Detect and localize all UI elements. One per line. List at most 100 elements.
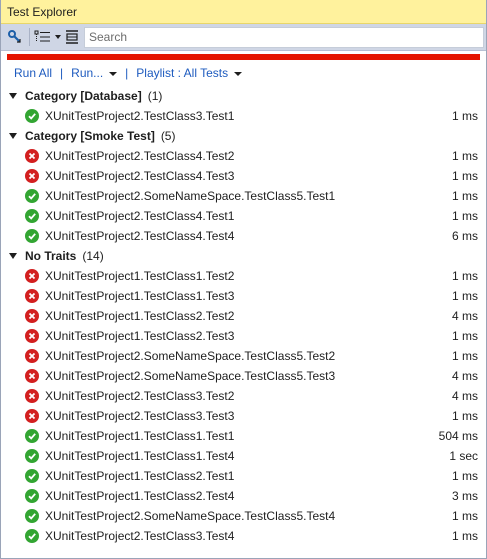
test-name: XUnitTestProject1.TestClass1.Test3 [45,289,235,303]
test-row[interactable]: XUnitTestProject1.TestClass1.Test3 1 ms [1,286,486,306]
test-name: XUnitTestProject2.TestClass3.Test3 [45,409,235,423]
separator: | [125,66,129,80]
passed-icon [25,529,39,543]
failed-icon [25,289,39,303]
test-row[interactable]: XUnitTestProject2.SomeNameSpace.TestClas… [1,366,486,386]
chevron-down-icon [109,71,118,76]
test-row[interactable]: XUnitTestProject1.TestClass1.Test4 1 sec [1,446,486,466]
group-title: Category [Database] [25,89,142,103]
test-duration: 3 ms [451,489,478,503]
failed-icon [25,389,39,403]
expand-arrow-icon[interactable] [9,253,17,259]
failed-icon [25,329,39,343]
run-all-link[interactable]: Run All [14,66,52,80]
test-duration: 1 ms [451,289,478,303]
test-name: XUnitTestProject1.TestClass2.Test4 [45,489,235,503]
passed-icon [25,449,39,463]
test-duration: 6 ms [451,229,478,243]
test-duration: 1 ms [451,269,478,283]
window-title: Test Explorer [7,4,78,19]
test-name: XUnitTestProject1.TestClass2.Test3 [45,329,235,343]
group-count: (14) [82,249,104,263]
group-header[interactable]: No Traits (14) [1,246,486,266]
test-name: XUnitTestProject2.TestClass3.Test1 [45,109,235,123]
test-row[interactable]: XUnitTestProject2.TestClass4.Test4 6 ms [1,226,486,246]
separator: | [60,66,64,80]
test-row[interactable]: XUnitTestProject2.TestClass4.Test3 1 ms [1,166,486,186]
test-name: XUnitTestProject2.TestClass4.Test2 [45,149,235,163]
expand-arrow-icon[interactable] [9,93,17,99]
failed-icon [25,349,39,363]
test-row[interactable]: XUnitTestProject2.SomeNameSpace.TestClas… [1,506,486,526]
test-name: XUnitTestProject2.SomeNameSpace.TestClas… [45,349,336,363]
test-name: XUnitTestProject1.TestClass2.Test1 [45,469,235,483]
search-input[interactable] [89,30,483,44]
failed-icon [25,409,39,423]
test-name: XUnitTestProject2.TestClass4.Test1 [45,209,235,223]
test-duration: 1 ms [451,349,478,363]
passed-icon [25,469,39,483]
test-duration: 1 sec [449,449,478,463]
test-duration: 1 ms [451,509,478,523]
group-title: No Traits [25,249,77,263]
test-name: XUnitTestProject1.TestClass1.Test1 [45,429,235,443]
layout-icon[interactable] [64,27,80,47]
passed-icon [25,509,39,523]
test-tree: Category [Database] (1) XUnitTestProject2.… [1,86,486,546]
test-row[interactable]: XUnitTestProject2.SomeNameSpace.TestClas… [1,186,486,206]
group-count: (5) [160,129,176,143]
toolbar-separator [29,28,30,46]
test-row[interactable]: XUnitTestProject1.TestClass1.Test2 1 ms [1,266,486,286]
test-duration: 4 ms [451,369,478,383]
test-name: XUnitTestProject2.TestClass4.Test4 [45,229,235,243]
test-name: XUnitTestProject1.TestClass1.Test2 [45,269,235,283]
dropdown-arrow-icon[interactable] [54,27,62,47]
window-titlebar[interactable]: Test Explorer [1,0,486,24]
actions-bar: Run All | Run... | Playlist : All Tests [1,60,486,86]
run-dropdown[interactable]: Run... [71,66,118,80]
test-row[interactable]: XUnitTestProject2.TestClass4.Test2 1 ms [1,146,486,166]
test-duration: 1 ms [451,169,478,183]
test-explorer-window: Test Explorer Search Run All | Run... | … [0,0,487,559]
test-duration: 504 ms [438,429,478,443]
group-header[interactable]: Category [Smoke Test] (5) [1,126,486,146]
test-row[interactable]: XUnitTestProject2.TestClass3.Test1 1 ms [1,106,486,126]
passed-icon [25,109,39,123]
run-label: Run... [71,66,104,80]
test-row[interactable]: XUnitTestProject2.TestClass3.Test2 4 ms [1,386,486,406]
run-settings-icon[interactable] [7,27,23,47]
test-row[interactable]: XUnitTestProject1.TestClass2.Test2 4 ms [1,306,486,326]
test-name: XUnitTestProject2.SomeNameSpace.TestClas… [45,509,336,523]
test-duration: 1 ms [451,469,478,483]
test-row[interactable]: XUnitTestProject2.TestClass4.Test1 1 ms [1,206,486,226]
playlist-dropdown[interactable]: Playlist : All Tests [136,66,243,80]
passed-icon [25,429,39,443]
expand-arrow-icon[interactable] [9,133,17,139]
test-duration: 4 ms [451,309,478,323]
test-name: XUnitTestProject2.SomeNameSpace.TestClas… [45,369,336,383]
playlist-label: Playlist : All Tests [136,66,229,80]
test-row[interactable]: XUnitTestProject2.TestClass3.Test4 1 ms [1,526,486,546]
test-row[interactable]: XUnitTestProject1.TestClass2.Test4 3 ms [1,486,486,506]
test-name: XUnitTestProject1.TestClass1.Test4 [45,449,235,463]
test-duration: 1 ms [451,529,478,543]
search-box [84,26,484,48]
test-duration: 1 ms [451,209,478,223]
test-row[interactable]: XUnitTestProject1.TestClass2.Test1 1 ms [1,466,486,486]
test-duration: 1 ms [451,149,478,163]
test-duration: 1 ms [451,409,478,423]
test-name: XUnitTestProject2.TestClass3.Test2 [45,389,235,403]
group-count: (1) [147,89,163,103]
passed-icon [25,489,39,503]
test-row[interactable]: XUnitTestProject1.TestClass2.Test3 1 ms [1,326,486,346]
test-name: XUnitTestProject2.TestClass3.Test4 [45,529,235,543]
test-row[interactable]: XUnitTestProject1.TestClass1.Test1 504 ms [1,426,486,446]
toolbar [1,24,486,51]
passed-icon [25,209,39,223]
test-name: XUnitTestProject1.TestClass2.Test2 [45,309,235,323]
test-row[interactable]: XUnitTestProject2.TestClass3.Test3 1 ms [1,406,486,426]
group-header[interactable]: Category [Database] (1) [1,86,486,106]
test-row[interactable]: XUnitTestProject2.SomeNameSpace.TestClas… [1,346,486,366]
group-by-icon[interactable] [34,27,52,47]
test-name: XUnitTestProject2.SomeNameSpace.TestClas… [45,189,336,203]
